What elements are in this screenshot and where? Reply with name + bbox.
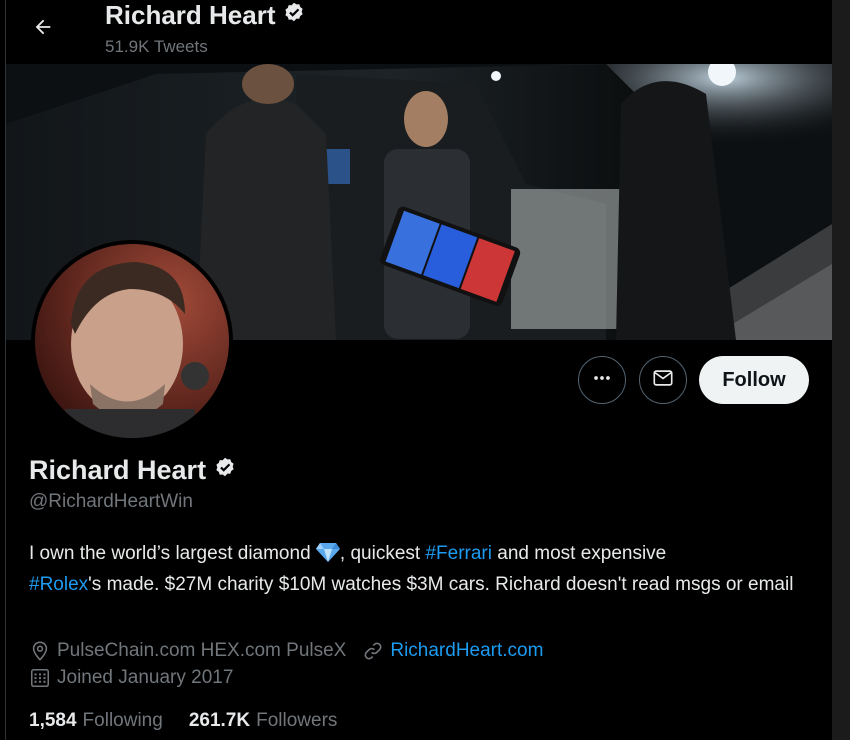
- followers-label: Followers: [256, 710, 338, 731]
- profile-meta-location-row: PulseChain.com HEX.com PulseX RichardHea…: [29, 640, 543, 662]
- profile-website-link[interactable]: RichardHeart.com: [390, 640, 543, 662]
- message-button[interactable]: [639, 356, 687, 404]
- header-title: Richard Heart: [105, 0, 306, 31]
- more-horizontal-icon: [591, 367, 613, 394]
- profile-avatar[interactable]: [31, 240, 233, 442]
- display-name-text: Richard Heart: [29, 455, 207, 485]
- link-icon: [362, 640, 384, 662]
- follow-button[interactable]: Follow: [699, 356, 809, 404]
- profile-handle: @RichardHeartWin: [29, 491, 193, 512]
- bio-text: and most expensive: [491, 543, 667, 564]
- verified-badge-icon: [282, 0, 306, 31]
- arrow-left-icon: [32, 16, 54, 43]
- following-count: 1,584: [29, 710, 77, 731]
- back-button[interactable]: [26, 12, 60, 46]
- following-link[interactable]: 1,584 Following: [29, 710, 163, 732]
- profile-column: Richard Heart 51.9K Tweets Follow Richar…: [5, 0, 833, 740]
- profile-bio: I own the world’s largest diamond , quic…: [29, 540, 809, 599]
- calendar-icon: [29, 667, 51, 689]
- followers-link[interactable]: 261.7K Followers: [189, 710, 338, 732]
- location-pin-icon: [29, 640, 51, 662]
- bio-text: I own the world’s largest diamond: [29, 543, 316, 564]
- followers-count: 261.7K: [188, 710, 251, 731]
- hashtag-ferrari-link[interactable]: #Ferrari: [425, 543, 492, 564]
- hashtag-rolex-link[interactable]: #Rolex: [29, 574, 88, 595]
- header-name: Richard Heart: [105, 0, 276, 30]
- more-button[interactable]: [578, 356, 626, 404]
- diamond-emoji-icon: [315, 542, 340, 571]
- profile-display-name: Richard Heart: [29, 455, 237, 486]
- verified-badge-icon[interactable]: [213, 455, 237, 486]
- profile-stats: 1,584 Following 261.7K Followers: [29, 710, 337, 732]
- profile-location: PulseChain.com HEX.com PulseX: [57, 640, 347, 661]
- profile-joined-date: Joined January 2017: [57, 667, 234, 688]
- profile-header-bar: Richard Heart 51.9K Tweets: [6, 0, 832, 64]
- bio-text: 's made. $27M charity $10M watches $3M c…: [88, 574, 794, 595]
- tweet-count: 51.9K Tweets: [105, 37, 208, 56]
- profile-meta-joined-row: Joined January 2017: [29, 667, 233, 689]
- following-label: Following: [82, 710, 163, 731]
- window-edge: [832, 0, 850, 740]
- envelope-icon: [652, 367, 674, 394]
- bio-text: , quickest: [339, 543, 426, 564]
